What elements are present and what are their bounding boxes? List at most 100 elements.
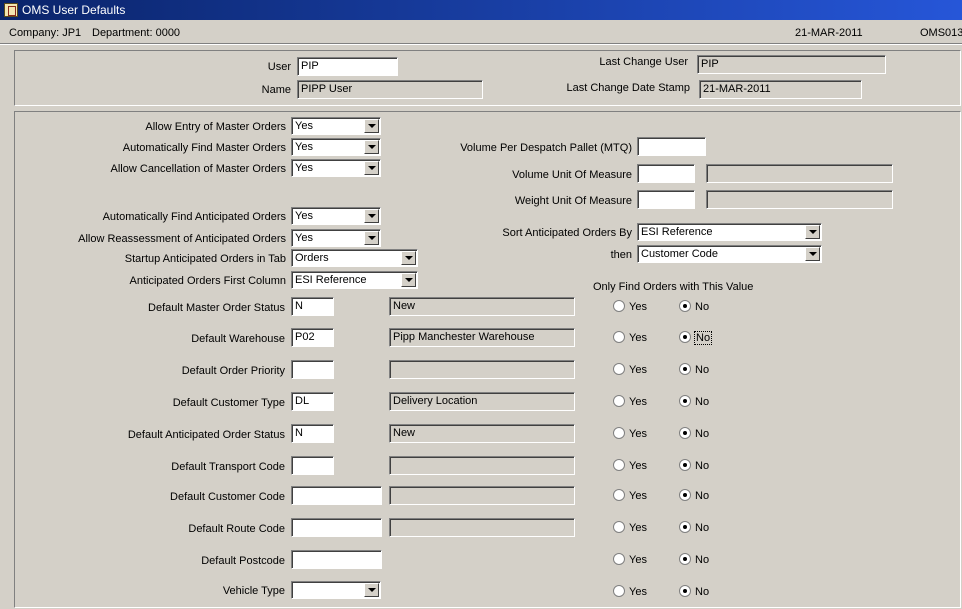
reassess-anticipated-label: Allow Reassessment of Anticipated Orders — [78, 233, 286, 245]
radio-no[interactable]: No — [679, 585, 709, 599]
radio-no[interactable]: No — [679, 331, 713, 345]
radio-button-icon — [679, 489, 691, 501]
volume-pallet-field[interactable] — [637, 137, 706, 156]
radio-yes[interactable]: Yes — [613, 489, 647, 503]
radio-no[interactable]: No — [679, 427, 709, 441]
chevron-down-icon[interactable] — [805, 225, 820, 239]
title-bar: OMS User Defaults — [0, 0, 962, 20]
default-master-status-label: Default Master Order Status — [148, 302, 285, 314]
default-customer-type-code[interactable]: DL — [291, 392, 334, 411]
startup-tab-select[interactable]: Orders — [291, 249, 418, 267]
radio-yes[interactable]: Yes — [613, 300, 647, 314]
last-change-user-label: Last Change User — [599, 56, 688, 68]
chevron-down-icon[interactable] — [401, 251, 416, 265]
radio-button-icon — [613, 363, 625, 375]
default-warehouse-desc: Pipp Manchester Warehouse — [389, 328, 575, 347]
default-customer-desc — [389, 486, 575, 505]
window-title: OMS User Defaults — [22, 3, 126, 17]
allow-entry-master-select[interactable]: Yes — [291, 117, 381, 135]
volume-uom-field[interactable] — [637, 164, 695, 183]
weight-uom-label: Weight Unit Of Measure — [514, 195, 632, 207]
weight-uom-field[interactable] — [637, 190, 695, 209]
radio-yes[interactable]: Yes — [613, 363, 647, 377]
default-anticipated-status-desc: New — [389, 424, 575, 443]
chevron-down-icon[interactable] — [364, 119, 379, 133]
default-master-status-desc: New — [389, 297, 575, 316]
radio-no[interactable]: No — [679, 459, 709, 473]
chevron-down-icon[interactable] — [364, 161, 379, 175]
radio-button-icon — [679, 553, 691, 565]
radio-yes[interactable]: Yes — [613, 427, 647, 441]
radio-no[interactable]: No — [679, 521, 709, 535]
radio-button-icon — [679, 585, 691, 597]
radio-button-icon — [613, 521, 625, 533]
radio-yes[interactable]: Yes — [613, 585, 647, 599]
chevron-down-icon[interactable] — [401, 273, 416, 287]
default-postcode-field[interactable] — [291, 550, 382, 569]
name-field: PIPP User — [297, 80, 483, 99]
default-route-code[interactable] — [291, 518, 382, 537]
radio-no[interactable]: No — [679, 489, 709, 503]
default-warehouse-code[interactable]: P02 — [291, 328, 334, 347]
radio-yes[interactable]: Yes — [613, 459, 647, 473]
allow-cancel-master-label: Allow Cancellation of Master Orders — [110, 163, 286, 175]
form-id: OMS013 — [920, 27, 962, 39]
radio-yes[interactable]: Yes — [613, 331, 647, 345]
default-customer-type-desc: Delivery Location — [389, 392, 575, 411]
reassess-anticipated-value: Yes — [295, 232, 313, 244]
radio-no[interactable]: No — [679, 363, 709, 377]
first-column-select[interactable]: ESI Reference — [291, 271, 418, 289]
default-master-status-code[interactable]: N — [291, 297, 334, 316]
radio-button-icon — [679, 521, 691, 533]
radio-button-icon — [679, 459, 691, 471]
radio-button-icon — [613, 427, 625, 439]
radio-button-icon — [679, 363, 691, 375]
auto-find-anticipated-select[interactable]: Yes — [291, 207, 381, 225]
radio-button-icon — [679, 331, 691, 343]
default-transport-code-label: Default Transport Code — [171, 461, 285, 473]
radio-no[interactable]: No — [679, 300, 709, 314]
vehicle-type-select[interactable] — [291, 581, 381, 599]
chevron-down-icon[interactable] — [364, 209, 379, 223]
allow-cancel-master-select[interactable]: Yes — [291, 159, 381, 177]
radio-button-icon — [613, 300, 625, 312]
default-route-code-label: Default Route Code — [188, 523, 285, 535]
auto-find-anticipated-label: Automatically Find Anticipated Orders — [102, 211, 286, 223]
radio-button-icon — [613, 585, 625, 597]
radio-yes[interactable]: Yes — [613, 521, 647, 535]
chevron-down-icon[interactable] — [364, 583, 379, 597]
sort-by-select[interactable]: ESI Reference — [637, 223, 822, 241]
last-change-date-field: 21-MAR-2011 — [699, 80, 862, 99]
chevron-down-icon[interactable] — [805, 247, 820, 261]
only-find-header: Only Find Orders with This Value — [593, 281, 754, 293]
default-customer-code[interactable] — [291, 486, 382, 505]
user-field[interactable]: PIP — [297, 57, 398, 76]
radio-button-icon — [679, 395, 691, 407]
radio-yes[interactable]: Yes — [613, 553, 647, 567]
last-change-user-field: PIP — [697, 55, 886, 74]
allow-entry-master-value: Yes — [295, 120, 313, 132]
default-route-desc — [389, 518, 575, 537]
divider — [0, 43, 962, 45]
radio-no[interactable]: No — [679, 553, 709, 567]
radio-yes[interactable]: Yes — [613, 395, 647, 409]
default-customer-type-label: Default Customer Type — [172, 397, 285, 409]
radio-button-icon — [613, 395, 625, 407]
auto-find-master-select[interactable]: Yes — [291, 138, 381, 156]
radio-button-icon — [613, 331, 625, 343]
auto-find-master-label: Automatically Find Master Orders — [122, 142, 286, 154]
chevron-down-icon[interactable] — [364, 140, 379, 154]
reassess-anticipated-select[interactable]: Yes — [291, 229, 381, 247]
auto-find-anticipated-value: Yes — [295, 210, 313, 222]
radio-button-icon — [679, 427, 691, 439]
sort-by-label: Sort Anticipated Orders By — [502, 227, 632, 239]
default-transport-code[interactable] — [291, 456, 334, 475]
default-order-priority-code[interactable] — [291, 360, 334, 379]
then-label: then — [610, 249, 632, 261]
default-customer-code-label: Default Customer Code — [170, 491, 285, 503]
last-change-date-label: Last Change Date Stamp — [566, 82, 690, 94]
default-anticipated-status-code[interactable]: N — [291, 424, 334, 443]
chevron-down-icon[interactable] — [364, 231, 379, 245]
then-by-select[interactable]: Customer Code — [637, 245, 822, 263]
radio-no[interactable]: No — [679, 395, 709, 409]
